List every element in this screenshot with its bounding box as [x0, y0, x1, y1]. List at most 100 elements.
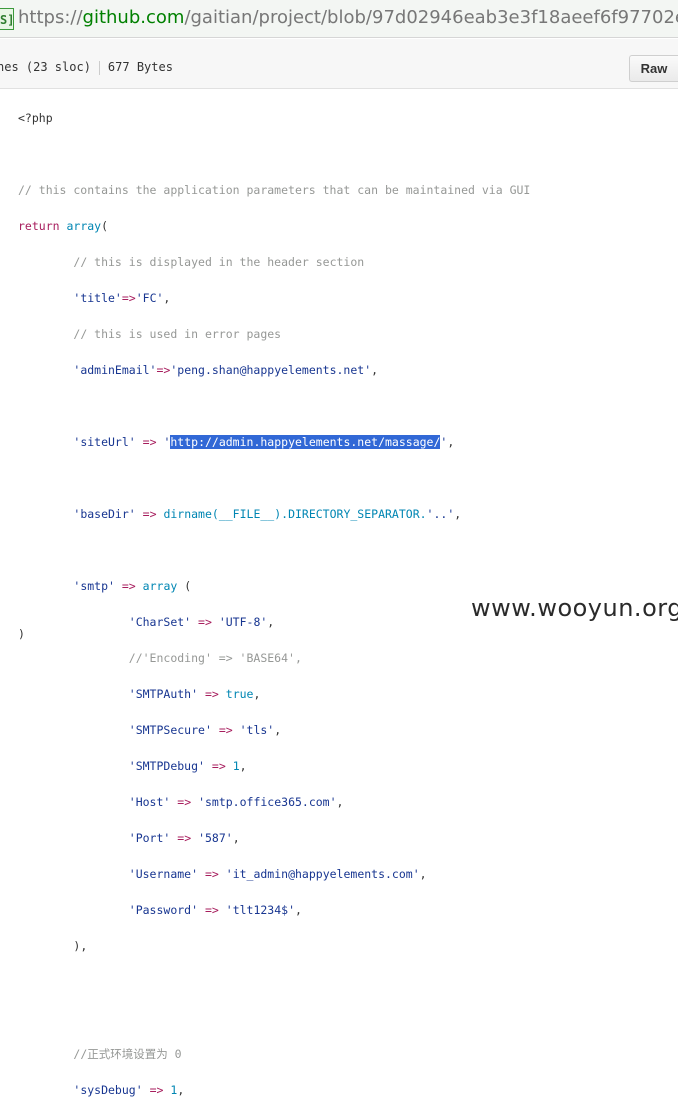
code-punct: ,	[177, 1083, 185, 1097]
code-line: //'Encoding' => 'BASE64',	[18, 649, 530, 667]
code-string: 'smtp'	[73, 579, 115, 593]
code-punct: ,	[232, 831, 240, 845]
closing-paren: )	[18, 627, 25, 641]
code-punct: ,	[447, 435, 455, 449]
code-string: 'adminEmail'	[73, 363, 157, 377]
code-line: 'SMTPAuth' => true,	[18, 685, 530, 703]
code-line: // this contains the application paramet…	[18, 181, 530, 199]
selected-site-url[interactable]: http://admin.happyelements.net/massage/	[170, 435, 441, 449]
file-header: nes (23 sloc) 677 Bytes	[0, 39, 678, 89]
code-operator: =>	[177, 795, 192, 809]
code-line: 'Username' => 'it_admin@happyelements.co…	[18, 865, 530, 883]
code-string: 'smtp.office365.com'	[198, 795, 337, 809]
file-info: nes (23 sloc) 677 Bytes	[0, 60, 173, 75]
code-punct: ,	[454, 507, 462, 521]
line-count: nes (23 sloc)	[0, 60, 91, 74]
code-string: 'sysDebug'	[73, 1083, 143, 1097]
code-operator: =>	[211, 759, 226, 773]
code-string: 'CharSet'	[128, 615, 192, 629]
code-line: 'smtp' => array (	[18, 577, 530, 595]
url-path: /gaitian/project/blob/97d02946eab3e3f18a…	[184, 7, 678, 28]
code-string: 'SMTPSecure'	[128, 723, 212, 737]
code-punct: ,	[274, 723, 282, 737]
code-string: 'tls'	[239, 723, 275, 737]
code-line: 'CharSet' => 'UTF-8',	[18, 613, 530, 631]
code-string: '..'	[426, 507, 455, 521]
code-punct: ,	[239, 759, 247, 773]
code-operator: =>	[142, 435, 157, 449]
code-line: 'title'=>'FC',	[18, 289, 530, 307]
code-punct: ,	[163, 291, 171, 305]
code-line: // this is displayed in the header secti…	[18, 253, 530, 271]
code-line: // this is used in error pages	[18, 325, 530, 343]
watermark: www.wooyun.org	[471, 594, 678, 622]
secure-identity-icon[interactable]: S]	[0, 8, 14, 30]
code-comment: // this is displayed in the header secti…	[73, 255, 365, 269]
code-string: 'Username'	[128, 867, 199, 881]
code-comment: //正式环境设置为 0	[73, 1047, 182, 1061]
code-operator: =>	[156, 363, 171, 377]
code-string: 'FC'	[135, 291, 164, 305]
code-string: '587'	[198, 831, 233, 845]
code-number: 1	[232, 759, 240, 773]
php-open-tag: <?php	[18, 111, 53, 125]
code-line: //正式环境设置为 0	[18, 1045, 530, 1063]
code-comment: // this is used in error pages	[73, 327, 282, 341]
code-string: 'baseDir'	[73, 507, 136, 521]
code-line: 'Port' => '587',	[18, 829, 530, 847]
code-function: array	[142, 579, 178, 593]
code-operator: =>	[204, 903, 219, 917]
code-punct: (	[101, 219, 109, 233]
code-line: 'adminEmail'=>'peng.shan@happyelements.n…	[18, 361, 530, 379]
code-operator: =>	[149, 1083, 164, 1097]
url-scheme: https://	[18, 7, 83, 28]
code-punct: ,	[267, 615, 275, 629]
code-punct: ,	[295, 903, 302, 917]
code-string: 'it_admin@happyelements.com'	[225, 867, 420, 881]
code-punct: ),	[73, 939, 88, 953]
url-host: github.com	[82, 7, 185, 28]
code-line: 'sysDebug' => 1,	[18, 1081, 530, 1099]
url-text[interactable]: https://github.com/gaitian/project/blob/…	[18, 7, 678, 28]
code-number: 1	[170, 1083, 178, 1097]
code-line: return array(	[18, 217, 530, 235]
code-string: 'peng.shan@happyelements.net'	[170, 363, 372, 377]
code-punct: ,	[336, 795, 344, 809]
code-string: 'SMTPDebug'	[128, 759, 205, 773]
divider	[98, 60, 100, 75]
code-function: dirname	[163, 507, 212, 521]
code-punct: ,	[419, 867, 427, 881]
code-string: 'UTF-8'	[218, 615, 268, 629]
code-string: 'Host'	[128, 795, 171, 809]
code-line: ),	[18, 937, 530, 955]
code-constant: true	[225, 687, 254, 701]
code-line: 'Password' => 'tlt1234$',	[18, 901, 530, 919]
code-string: 'siteUrl'	[73, 435, 136, 449]
code-string: 'Password'	[128, 903, 199, 917]
code-operator: =>	[204, 687, 219, 701]
code-operator: =>	[177, 831, 192, 845]
code-string: 'title'	[73, 291, 122, 305]
code-constant: (__FILE__).DIRECTORY_SEPARATOR.	[211, 507, 427, 521]
raw-button[interactable]: Raw	[629, 55, 678, 82]
browser-address-bar[interactable]: S] https://github.com/gaitian/project/bl…	[0, 0, 678, 38]
code-string: 'SMTPAuth'	[128, 687, 199, 701]
code-string: 'tlt1234$'	[225, 903, 296, 917]
code-function: array	[66, 219, 102, 233]
code-comment: //'Encoding' => 'BASE64',	[128, 651, 302, 665]
code-line: 'SMTPDebug' => 1,	[18, 757, 530, 775]
code-operator: =>	[121, 291, 136, 305]
code-operator: =>	[198, 615, 212, 629]
code-line: 'SMTPSecure' => 'tls',	[18, 721, 530, 739]
code-punct: ,	[371, 363, 379, 377]
code-operator: =>	[142, 507, 157, 521]
code-line: 'siteUrl' => 'http://admin.happyelements…	[18, 433, 530, 451]
code-operator: =>	[218, 723, 233, 737]
code-line: <?php	[18, 109, 530, 127]
